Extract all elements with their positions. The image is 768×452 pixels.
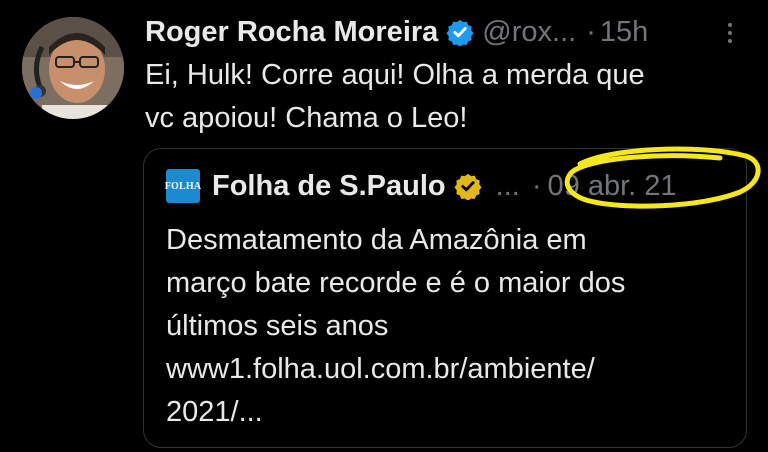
quoted-date: 09 abr. 21	[547, 169, 677, 202]
more-options-icon[interactable]	[718, 16, 742, 50]
profile-photo-icon	[22, 17, 124, 119]
tweet-text: Ei, Hulk! Corre aqui! Olha a merda que v…	[145, 59, 645, 134]
quoted-separator-dot: ·	[531, 169, 542, 202]
quoted-author-name: Folha de S.Paulo	[212, 169, 446, 202]
verified-organization-badge-icon	[454, 173, 482, 200]
verified-badge-icon	[446, 19, 474, 46]
quoted-handle-ellipsis: ...	[495, 169, 520, 202]
folha-logo[interactable]: FOLHA	[165, 169, 201, 203]
quoted-tweet-text: Desmatamento da Amazônia em março bate r…	[166, 224, 626, 428]
tweet-header: Roger Rocha Moreira @rox... · 15h	[145, 10, 648, 54]
quoted-tweet-header: FOLHA Folha de S.Paulo ... · 09 abr. 21	[165, 167, 677, 205]
author-handle[interactable]: @rox...	[482, 16, 576, 49]
author-name[interactable]: Roger Rocha Moreira	[145, 16, 438, 49]
avatar[interactable]	[22, 17, 124, 119]
quoted-tweet[interactable]: FOLHA Folha de S.Paulo ... · 09 abr. 21 …	[143, 148, 747, 448]
tweet-time[interactable]: 15h	[600, 16, 648, 49]
separator-dot: ·	[586, 15, 596, 48]
